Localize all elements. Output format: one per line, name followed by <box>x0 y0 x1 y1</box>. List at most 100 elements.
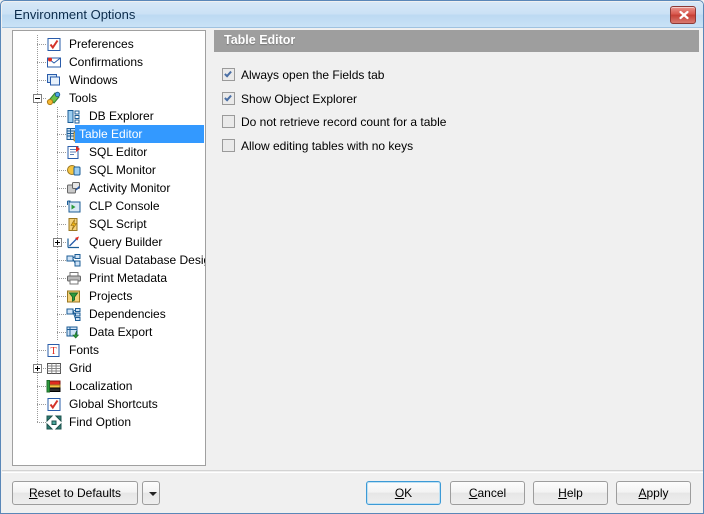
svg-text:T: T <box>50 346 56 357</box>
dialog-content: Preferences Confirmations Windows Tools … <box>2 28 703 470</box>
tree-item-label: Print Metadata <box>89 271 168 285</box>
tree-item-query-builder[interactable]: Query Builder <box>13 233 205 251</box>
tree-connector <box>37 197 38 215</box>
tree-item-data-export[interactable]: Data Export <box>13 323 205 341</box>
section-header: Table Editor <box>214 30 699 52</box>
tree-item-preferences[interactable]: Preferences <box>13 35 205 53</box>
tree-item-label: Projects <box>89 289 133 303</box>
tree-item-print-metadata[interactable]: Print Metadata <box>13 269 205 287</box>
tree-connector <box>37 107 38 125</box>
tree-connector <box>57 107 58 125</box>
tree-item-sql-script[interactable]: SQL Script <box>13 215 205 233</box>
ok-button[interactable]: OK <box>366 481 441 505</box>
tree-item-tools[interactable]: Tools <box>13 89 205 107</box>
tree-item-label: Find Option <box>69 415 132 429</box>
tree-item-db-explorer[interactable]: DB Explorer <box>13 107 205 125</box>
tree-connector <box>37 53 38 71</box>
sql-editor-icon <box>66 145 82 160</box>
tree-item-fonts[interactable]: T Fonts <box>13 341 205 359</box>
tree-item-confirmations[interactable]: Confirmations <box>13 53 205 71</box>
tree-connector <box>37 413 38 422</box>
checkbox-checked[interactable] <box>222 68 235 81</box>
tree-connector <box>37 62 46 63</box>
tree-connector <box>37 395 38 413</box>
tree-item-activity-monitor[interactable]: Activity Monitor <box>13 179 205 197</box>
tree-expand-icon[interactable] <box>53 238 62 247</box>
options-tree-panel[interactable]: Preferences Confirmations Windows Tools … <box>12 30 206 466</box>
tree-connector <box>37 125 38 143</box>
tree-item-label: Query Builder <box>89 235 163 249</box>
checkbox-unchecked[interactable] <box>222 138 235 152</box>
tree-item-sql-editor[interactable]: SQL Editor <box>13 143 205 161</box>
tree-item-label: Visual Database Designer <box>89 253 205 267</box>
windows-icon <box>46 73 62 88</box>
checkbox-unchecked[interactable] <box>222 115 235 128</box>
tree-connector <box>37 251 38 269</box>
tree-item-table-editor[interactable]: Table Editor <box>13 125 205 143</box>
tree-connector <box>57 125 58 143</box>
tree-item-find-option[interactable]: Find Option <box>13 413 205 431</box>
tree-item-label: Table Editor <box>75 125 204 143</box>
tree-connector <box>37 233 38 251</box>
close-button[interactable] <box>670 6 696 24</box>
tree-connector <box>37 386 46 387</box>
cancel-button[interactable]: Cancel <box>450 481 525 505</box>
clp-console-icon <box>66 199 82 214</box>
tree-connector <box>57 314 66 315</box>
option-label: Do not retrieve record count for a table <box>241 115 447 129</box>
help-button[interactable]: Help <box>533 481 608 505</box>
confirmations-icon <box>46 55 62 70</box>
tree-connector <box>57 323 58 341</box>
tree-connector <box>57 224 66 225</box>
tree-item-label: SQL Script <box>89 217 147 231</box>
tree-item-label: Preferences <box>69 37 134 51</box>
tree-item-label: Dependencies <box>89 307 166 321</box>
tree-item-label: Confirmations <box>69 55 144 69</box>
tree-connector <box>57 152 66 153</box>
apply-button[interactable]: Apply <box>616 481 691 505</box>
tree-expand-icon[interactable] <box>33 364 42 373</box>
tree-item-label: Activity Monitor <box>89 181 171 195</box>
tree-item-projects[interactable]: Projects <box>13 287 205 305</box>
checkbox-checked[interactable] <box>222 91 235 105</box>
print-metadata-icon <box>66 271 82 286</box>
tree-collapse-icon[interactable] <box>33 94 42 103</box>
tree-item-localization[interactable]: Localization <box>13 377 205 395</box>
tree-connector <box>37 377 38 395</box>
tree-item-windows[interactable]: Windows <box>13 71 205 89</box>
grid-icon <box>46 361 62 376</box>
dependencies-icon <box>66 307 82 322</box>
title-bar: Environment Options <box>2 2 703 28</box>
tree-item-grid[interactable]: Grid <box>13 359 205 377</box>
tree-connector <box>57 269 58 287</box>
window-title: Environment Options <box>14 7 136 22</box>
tree-connector <box>57 179 58 197</box>
tree-item-sql-monitor[interactable]: SQL Monitor <box>13 161 205 179</box>
reset-dropdown-button[interactable] <box>142 481 160 505</box>
tree-item-clp-console[interactable]: CLP Console <box>13 197 205 215</box>
tree-connector <box>37 341 38 359</box>
tree-item-label: Grid <box>69 361 92 375</box>
global-shortcuts-icon <box>46 397 62 412</box>
tree-item-label: DB Explorer <box>89 109 154 123</box>
tree-connector <box>57 215 58 233</box>
tree-connector <box>57 251 58 269</box>
tree-connector <box>37 404 46 405</box>
tree-connector <box>57 332 66 333</box>
tree-connector <box>37 323 38 341</box>
tree-connector <box>37 269 38 287</box>
fonts-icon: T <box>46 343 62 358</box>
environment-options-dialog: Environment Options Preferences Confirma… <box>0 0 704 514</box>
tree-item-dependencies[interactable]: Dependencies <box>13 305 205 323</box>
tree-connector <box>37 287 38 305</box>
localization-icon <box>46 379 62 394</box>
preferences-icon <box>46 37 62 52</box>
reset-to-defaults-button[interactable]: Reset to Defaults <box>12 481 138 505</box>
tree-item-label: SQL Editor <box>89 145 148 159</box>
tree-item-visual-database-designer[interactable]: Visual Database Designer <box>13 251 205 269</box>
db-explorer-icon <box>66 109 82 124</box>
tree-item-label: Fonts <box>69 343 100 357</box>
table-editor-panel: Table Editor Always open the Fields tab S… <box>214 30 699 466</box>
tree-item-global-shortcuts[interactable]: Global Shortcuts <box>13 395 205 413</box>
dialog-footer: Reset to Defaults OK Cancel Help Apply <box>2 470 703 513</box>
